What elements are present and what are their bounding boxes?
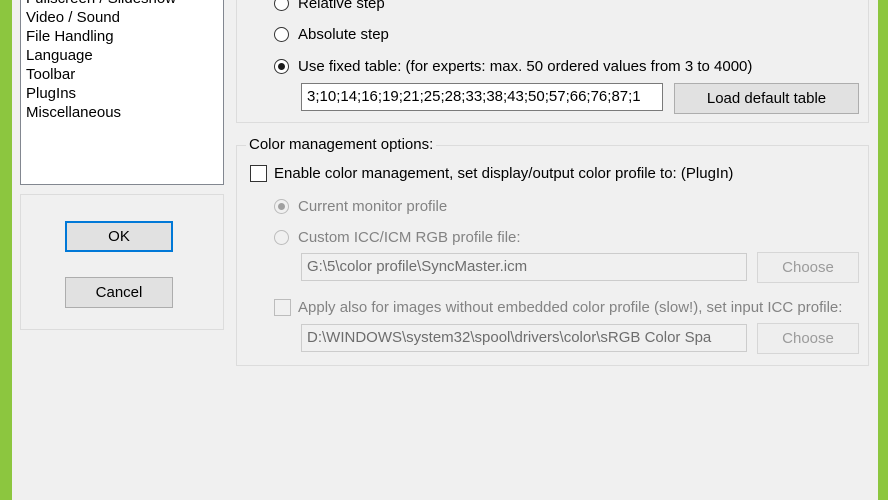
input-icc-path-input[interactable]: D:\WINDOWS\system32\spool\drivers\color\… bbox=[301, 324, 747, 352]
category-list[interactable]: Fullscreen / Slideshow Video / Sound Fil… bbox=[20, 0, 224, 185]
current-monitor-profile-radio[interactable] bbox=[274, 199, 289, 214]
choose-input-icc-button[interactable]: Choose bbox=[757, 323, 859, 354]
zoom-step-group: Relative step Absolute step Use fixed ta… bbox=[236, 0, 869, 123]
relative-step-label: Relative step bbox=[298, 0, 385, 12]
relative-step-radio[interactable] bbox=[274, 0, 289, 11]
apply-also-label: Apply also for images without embedded c… bbox=[298, 299, 843, 316]
custom-icc-profile-label: Custom ICC/ICM RGB profile file: bbox=[298, 229, 521, 246]
fixed-table-input[interactable]: 3;10;14;16;19;21;25;28;33;38;43;50;57;66… bbox=[301, 83, 663, 111]
absolute-step-radio[interactable] bbox=[274, 27, 289, 42]
load-default-table-button[interactable]: Load default table bbox=[674, 83, 859, 114]
custom-icc-path-input[interactable]: G:\5\color profile\SyncMaster.icm bbox=[301, 253, 747, 281]
window-border-right bbox=[878, 0, 888, 500]
window-border-left bbox=[0, 0, 12, 500]
dialog-client-area: Fullscreen / Slideshow Video / Sound Fil… bbox=[12, 0, 878, 500]
fixed-table-radio[interactable] bbox=[274, 59, 289, 74]
color-management-title: Color management options: bbox=[246, 136, 437, 153]
category-item-file-handling[interactable]: File Handling bbox=[26, 27, 223, 46]
enable-color-management-checkbox[interactable] bbox=[250, 165, 267, 182]
category-item-language[interactable]: Language bbox=[26, 46, 223, 65]
ok-button[interactable]: OK bbox=[65, 221, 173, 252]
current-monitor-profile-label: Current monitor profile bbox=[298, 198, 448, 215]
enable-color-management-label: Enable color management, set display/out… bbox=[274, 165, 734, 182]
choose-custom-icc-button[interactable]: Choose bbox=[757, 252, 859, 283]
custom-icc-profile-radio[interactable] bbox=[274, 230, 289, 245]
fixed-table-label: Use fixed table: (for experts: max. 50 o… bbox=[298, 58, 753, 75]
category-item-fullscreen[interactable]: Fullscreen / Slideshow bbox=[26, 0, 223, 8]
category-item-plugins[interactable]: PlugIns bbox=[26, 84, 223, 103]
category-item-video-sound[interactable]: Video / Sound bbox=[26, 8, 223, 27]
button-panel: OK Cancel bbox=[20, 194, 224, 330]
apply-also-checkbox[interactable] bbox=[274, 299, 291, 316]
category-item-toolbar[interactable]: Toolbar bbox=[26, 65, 223, 84]
absolute-step-label: Absolute step bbox=[298, 26, 389, 43]
color-management-group: Color management options: Enable color m… bbox=[236, 136, 869, 366]
category-item-miscellaneous[interactable]: Miscellaneous bbox=[26, 103, 223, 122]
cancel-button[interactable]: Cancel bbox=[65, 277, 173, 308]
